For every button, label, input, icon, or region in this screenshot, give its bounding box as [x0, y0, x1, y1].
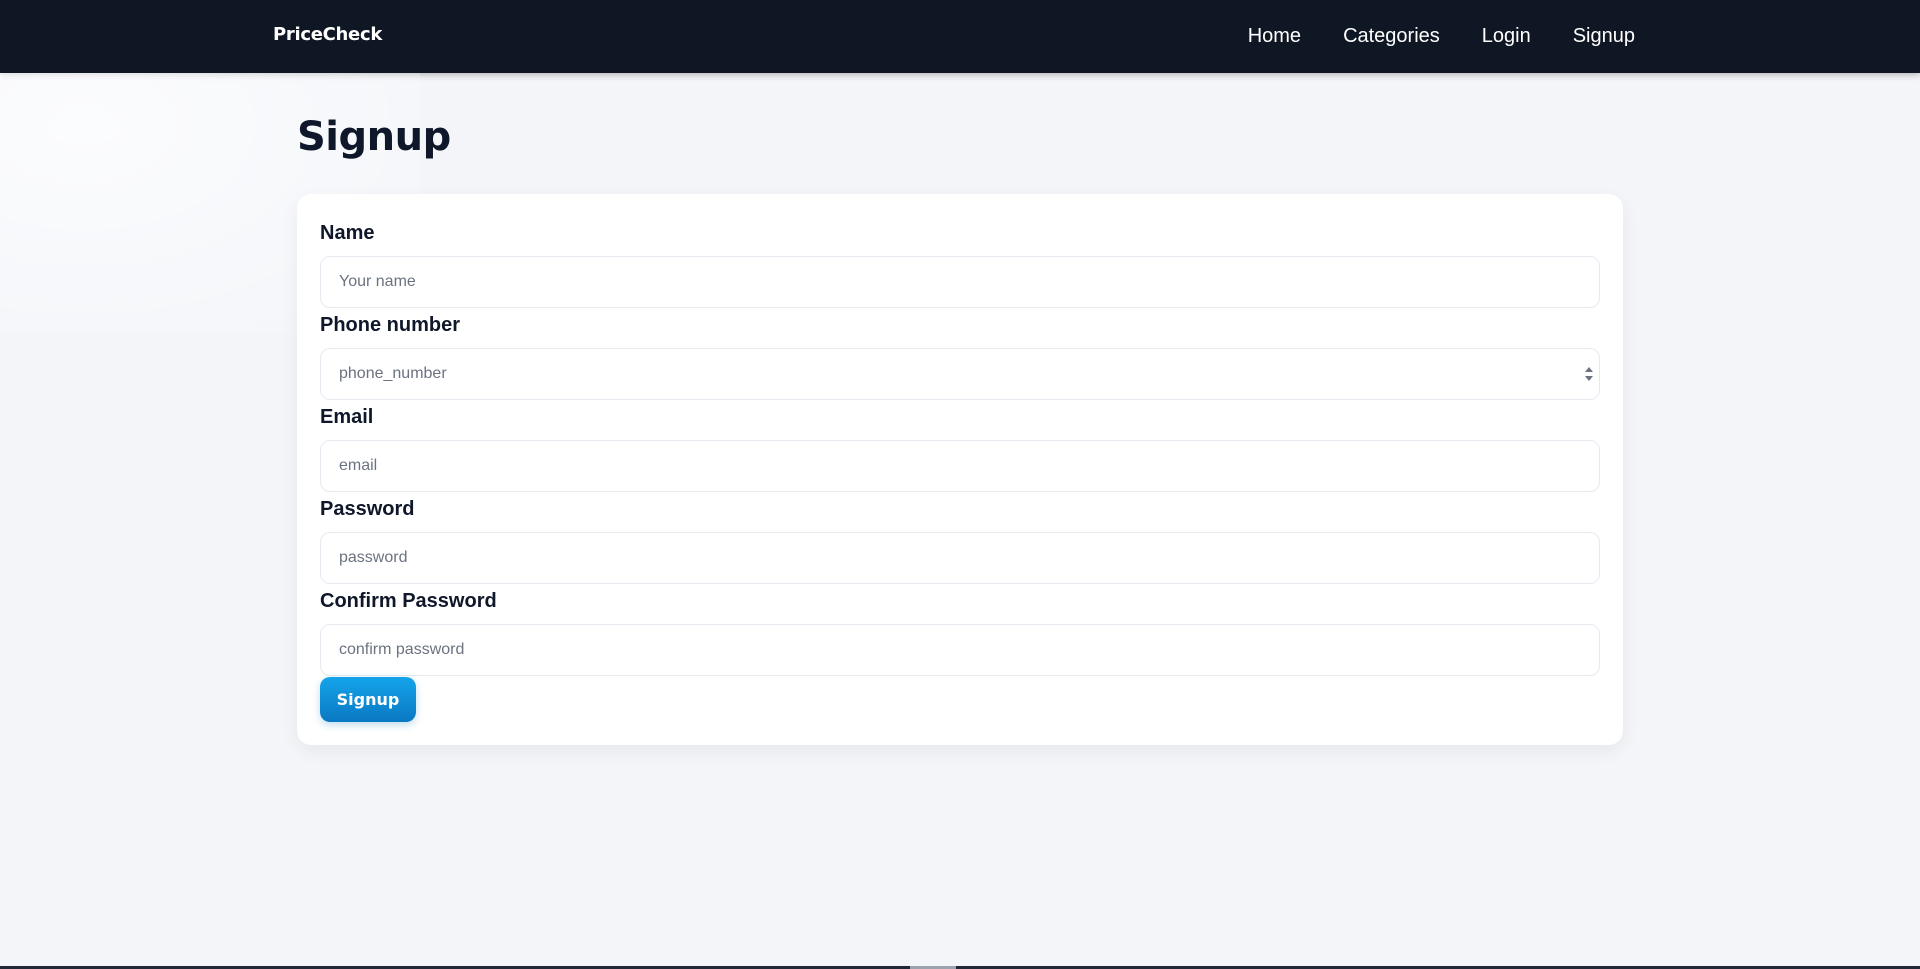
nav-signup-link[interactable]: Signup: [1573, 25, 1635, 48]
email-input[interactable]: [320, 440, 1600, 492]
top-navbar: PriceCheck Home Categories Login Signup: [0, 0, 1920, 73]
confirm-password-input[interactable]: [320, 624, 1600, 676]
brand-logo[interactable]: PriceCheck: [273, 24, 382, 45]
phone-number-wrapper: [297, 348, 1623, 400]
nav-links: Home Categories Login Signup: [1248, 0, 1635, 73]
nav-login-link[interactable]: Login: [1482, 25, 1531, 48]
name-input[interactable]: [320, 256, 1600, 308]
signup-form-card: Name Phone number Email Password Confirm…: [297, 194, 1623, 745]
password-label: Password: [320, 498, 415, 520]
nav-home-link[interactable]: Home: [1248, 25, 1301, 48]
signup-button[interactable]: Signup: [320, 677, 416, 722]
confirm-password-label: Confirm Password: [320, 590, 497, 612]
name-label: Name: [320, 222, 375, 244]
nav-categories-link[interactable]: Categories: [1343, 25, 1440, 48]
page-title: Signup: [297, 114, 451, 160]
email-label: Email: [320, 406, 374, 428]
spinner-arrows-icon[interactable]: [1583, 364, 1595, 384]
password-input[interactable]: [320, 532, 1600, 584]
phone-number-label: Phone number: [320, 314, 461, 336]
phone-number-input[interactable]: [320, 348, 1600, 400]
